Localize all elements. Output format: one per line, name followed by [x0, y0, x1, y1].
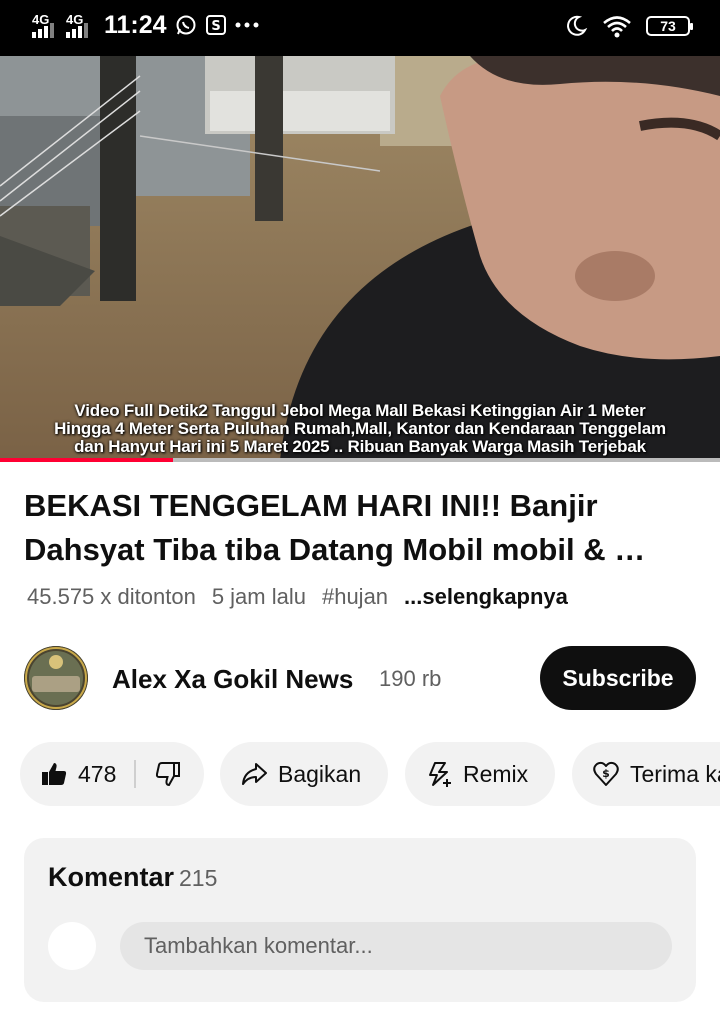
dislike-button[interactable] — [154, 760, 182, 788]
signal-icon-2: 4G — [64, 10, 90, 40]
video-metadata[interactable]: 45.575 x ditonton 5 jam lalu #hujan ...s… — [27, 584, 568, 610]
comments-panel[interactable]: Komentar 215 Tambahkan komentar... — [24, 838, 696, 1002]
subscriber-count: 190 rb — [379, 666, 442, 691]
more-dots-icon — [235, 22, 259, 28]
subscribe-button[interactable]: Subscribe — [540, 646, 696, 710]
thumbs-down-icon — [156, 762, 181, 787]
video-progress-bar[interactable] — [0, 458, 720, 462]
remix-icon — [429, 762, 451, 787]
status-right: 73 — [564, 14, 693, 38]
like-divider — [134, 760, 137, 788]
video-progress-fill — [0, 458, 173, 462]
whatsapp-icon — [176, 15, 196, 35]
show-more-link[interactable]: ...selengkapnya — [404, 584, 568, 610]
moon-icon — [567, 15, 588, 36]
status-left: 4G 4G 11:24 S — [30, 10, 259, 40]
like-dislike-group: 478 — [20, 742, 204, 806]
video-title[interactable]: BEKASI TENGGELAM HARI INI!! Banjir Dahsy… — [24, 484, 704, 572]
hashtag-link[interactable]: #hujan — [322, 584, 388, 610]
like-count: 478 — [78, 760, 117, 787]
battery-level: 73 — [660, 18, 676, 34]
screenshot-icon: S — [205, 15, 226, 35]
comments-title: Komentar — [48, 862, 175, 892]
heart-dollar-icon: $ — [593, 761, 619, 786]
signal-icon-1: 4G — [30, 10, 56, 40]
thumbs-up-icon — [42, 763, 67, 785]
video-player[interactable]: Video Full Detik2 Tanggul Jebol Mega Mal… — [0, 56, 720, 460]
svg-text:S: S — [211, 19, 220, 34]
video-frame — [0, 56, 720, 460]
thanks-label: Terima kasih — [630, 760, 720, 787]
caption-line: Hingga 4 Meter Serta Puluhan Rumah,Mall,… — [54, 419, 666, 438]
user-avatar — [48, 922, 96, 970]
thanks-button[interactable]: $ Terima kasih — [572, 742, 720, 806]
remix-button[interactable]: Remix — [405, 742, 555, 806]
clock: 11:24 — [104, 10, 167, 39]
channel-avatar[interactable] — [24, 646, 88, 710]
upload-age: 5 jam lalu — [211, 584, 306, 609]
channel-row: Alex Xa Gokil News 190 rb Subscribe — [24, 646, 696, 712]
comment-input[interactable]: Tambahkan komentar... — [120, 922, 672, 970]
channel-name[interactable]: Alex Xa Gokil News — [112, 664, 353, 695]
caption-line: dan Hanyut Hari ini 5 Maret 2025 .. Ribu… — [74, 437, 646, 456]
remix-label: Remix — [463, 760, 529, 787]
share-button[interactable]: Bagikan — [220, 742, 388, 806]
svg-text:$: $ — [602, 767, 610, 780]
status-bar: 4G 4G 11:24 S 73 — [0, 0, 720, 56]
wifi-icon — [603, 16, 631, 38]
share-label: Bagikan — [278, 760, 362, 787]
like-button[interactable]: 478 — [40, 760, 116, 788]
battery-icon: 73 — [646, 16, 693, 36]
share-arrow-icon — [242, 763, 267, 785]
video-caption: Video Full Detik2 Tanggul Jebol Mega Mal… — [0, 402, 720, 456]
comments-count: 215 — [179, 865, 218, 891]
caption-line: Video Full Detik2 Tanggul Jebol Mega Mal… — [74, 401, 646, 420]
channel-logo-icon — [24, 646, 88, 710]
view-count: 45.575 x ditonton — [27, 584, 196, 609]
action-bar: 478 Bagikan Remix $ Terima kasih — [0, 742, 720, 806]
